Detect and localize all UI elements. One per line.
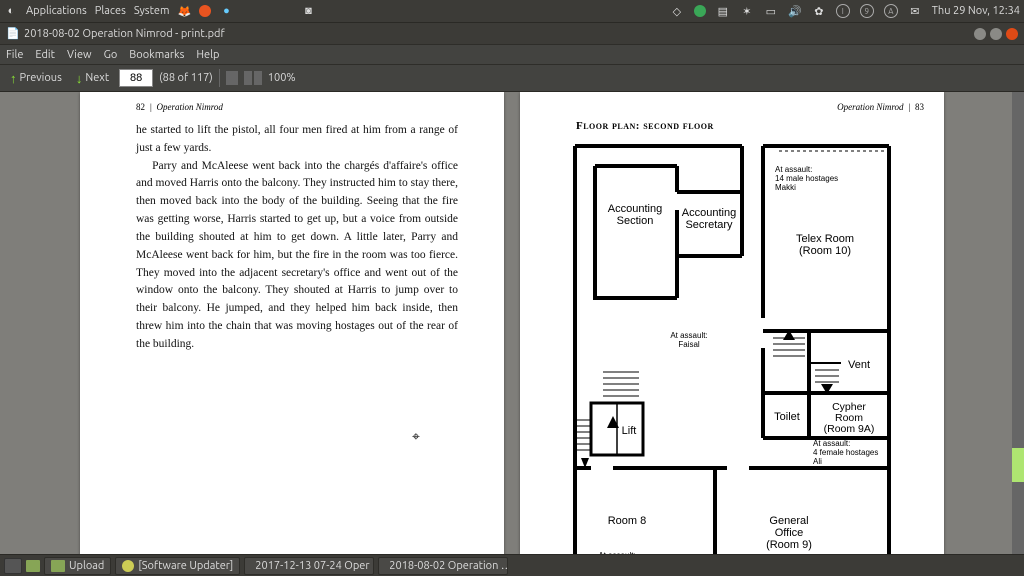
document-viewport[interactable]: 82 | Operation Nimrod he started to lift… (0, 92, 1024, 554)
battery-icon[interactable]: ▭ (764, 4, 778, 18)
body-text: he started to lift the pistol, all four … (136, 122, 458, 354)
page-right: Operation Nimrod | 83 Floor plan: second… (520, 92, 944, 554)
previous-button[interactable]: ↑Previous (6, 69, 66, 88)
svg-text:Lift: Lift (622, 425, 637, 437)
previous-label: Previous (20, 72, 62, 84)
a-icon[interactable]: A (884, 4, 898, 18)
info-icon[interactable]: I (836, 4, 850, 18)
volume-icon[interactable]: 🔊 (788, 4, 802, 18)
para-2: Parry and McAleese went back into the ch… (136, 158, 458, 354)
nine-icon[interactable]: 9 (860, 4, 874, 18)
menu-help[interactable]: Help (196, 49, 219, 61)
page-left: 82 | Operation Nimrod he started to lift… (80, 92, 504, 554)
menu-system[interactable]: System (134, 5, 170, 17)
firefox-icon[interactable]: 🦊 (177, 4, 191, 18)
svg-text:Telex Room(Room 10): Telex Room(Room 10) (796, 233, 854, 257)
para-1: he started to lift the pistol, all four … (136, 122, 458, 158)
svg-text:Vent: Vent (848, 359, 870, 371)
arrow-down-icon: ↓ (76, 71, 83, 86)
floor-plan-diagram: AccountingSection AccountingSecretary Te… (567, 138, 897, 554)
menu-go[interactable]: Go (104, 49, 118, 61)
task-upload[interactable]: Upload (44, 557, 111, 575)
window-controls (974, 28, 1024, 40)
running-head-right: Operation Nimrod (837, 102, 903, 112)
page-total: (88 of 117) (159, 72, 213, 84)
page-num-left: 82 (136, 102, 145, 112)
ubuntu-icon[interactable]: ◐ (4, 4, 18, 18)
minimize-button[interactable] (974, 28, 986, 40)
page-header-right: Operation Nimrod | 83 (540, 102, 924, 112)
menu-edit[interactable]: Edit (35, 49, 55, 61)
clock[interactable]: Thu 29 Nov, 12:34 (932, 5, 1020, 17)
system-bar-right: ◇ ▤ ✶ ▭ 🔊 ✿ I 9 A ✉ Thu 29 Nov, 12:34 (670, 4, 1020, 18)
zoom-level[interactable]: 100% (268, 72, 296, 84)
task-software-updater[interactable]: [Software Updater] (115, 557, 240, 575)
arrow-up-icon: ↑ (10, 71, 17, 86)
svg-text:At assault:Hassan: At assault:Hassan (598, 551, 635, 554)
updater-icon (122, 560, 134, 572)
menu-view[interactable]: View (67, 49, 92, 61)
notification-icon[interactable]: ✉ (908, 4, 922, 18)
app-icon[interactable]: ◙ (301, 4, 315, 18)
next-label: Next (85, 72, 109, 84)
task-doc-1[interactable]: 2017-12-13 07-24 Oper … (244, 557, 374, 575)
brave-icon[interactable] (199, 5, 211, 17)
task-software-updater-label: [Software Updater] (138, 560, 233, 572)
wifi-icon[interactable]: ✶ (740, 4, 754, 18)
view-single-icon[interactable] (226, 71, 238, 85)
scrollbar-thumb[interactable] (1012, 448, 1024, 482)
svg-text:CypherRoom(Room 9A): CypherRoom(Room 9A) (824, 401, 875, 435)
svg-text:At assault:4 female hostagesAl: At assault:4 female hostagesAli (813, 439, 878, 466)
system-bar: ◐ Applications Places System 🦊 ● ◙ ◇ ▤ ✶… (0, 0, 1024, 22)
page-header-left: 82 | Operation Nimrod (136, 102, 458, 112)
menu-applications[interactable]: Applications (26, 5, 87, 17)
folder-icon (51, 560, 65, 572)
svg-text:Toilet: Toilet (774, 411, 800, 423)
app-menubar: File Edit View Go Bookmarks Help (0, 44, 1024, 64)
task-upload-label: Upload (69, 560, 104, 572)
menu-bookmarks[interactable]: Bookmarks (129, 49, 184, 61)
taskbar: Upload [Software Updater] 2017-12-13 07-… (0, 554, 1024, 576)
close-button[interactable] (1006, 28, 1018, 40)
task-doc-2[interactable]: 2018-08-02 Operation … (378, 557, 508, 575)
toolbar: ↑Previous ↓Next (88 of 117) 100% (0, 64, 1024, 92)
window-titlebar: 📄 2018-08-02 Operation Nimrod - print.pd… (0, 22, 1024, 44)
next-button[interactable]: ↓Next (72, 69, 113, 88)
show-desktop-button[interactable] (4, 558, 22, 574)
svg-text:GeneralOffice(Room 9): GeneralOffice(Room 9) (766, 515, 812, 551)
menu-places[interactable]: Places (95, 5, 126, 17)
task-doc-2-label: 2018-08-02 Operation … (389, 560, 508, 572)
chromium-icon[interactable]: ● (219, 4, 233, 18)
task-doc-1-label: 2017-12-13 07-24 Oper … (255, 560, 374, 572)
files-icon[interactable] (26, 560, 40, 572)
location-icon[interactable]: ◇ (670, 4, 684, 18)
svg-text:At assault:14 male hostagesMak: At assault:14 male hostagesMakki (775, 165, 838, 192)
pdf-icon: 📄 (6, 27, 20, 41)
gear-icon[interactable]: ✿ (812, 4, 826, 18)
separator (219, 69, 220, 87)
svg-text:AccountingSection: AccountingSection (608, 203, 662, 227)
floor-plan-title: Floor plan: second floor (576, 120, 924, 132)
svg-text:At assault:Faisal: At assault:Faisal (670, 331, 707, 349)
folder-tray-icon[interactable]: ▤ (716, 4, 730, 18)
maximize-button[interactable] (990, 28, 1002, 40)
page-num-right: 83 (915, 102, 924, 112)
running-head-left: Operation Nimrod (156, 102, 222, 112)
menu-file[interactable]: File (6, 49, 23, 61)
system-bar-left: ◐ Applications Places System 🦊 ● ◙ (4, 4, 315, 18)
window-title: 2018-08-02 Operation Nimrod - print.pdf (24, 28, 225, 40)
svg-text:AccountingSecretary: AccountingSecretary (682, 207, 736, 231)
svg-text:Room 8: Room 8 (608, 515, 647, 527)
sync-icon[interactable] (694, 5, 706, 17)
view-dual-icon[interactable] (244, 71, 262, 85)
page-spread: 82 | Operation Nimrod he started to lift… (0, 92, 1024, 554)
vertical-scrollbar[interactable] (1012, 92, 1024, 554)
page-number-input[interactable] (119, 69, 153, 87)
